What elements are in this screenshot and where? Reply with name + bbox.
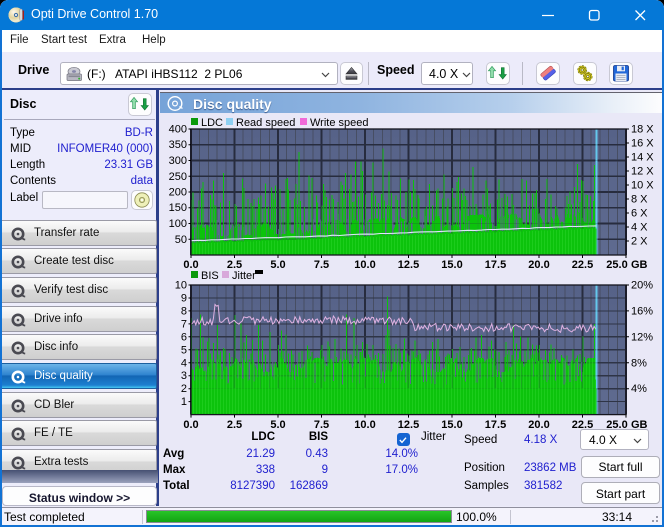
svg-text:12%: 12% <box>631 331 653 343</box>
svg-text:BIS: BIS <box>201 270 219 282</box>
svg-text:16%: 16% <box>631 305 653 317</box>
svg-text:12.5: 12.5 <box>398 259 419 271</box>
svg-text:7.5: 7.5 <box>314 419 329 431</box>
svg-text:50: 50 <box>175 234 187 246</box>
svg-text:6 X: 6 X <box>631 208 648 220</box>
svg-text:22.5: 22.5 <box>572 259 593 271</box>
svg-text:Write speed: Write speed <box>310 117 369 129</box>
svg-text:1: 1 <box>181 396 187 408</box>
svg-text:10.0: 10.0 <box>354 259 375 271</box>
svg-text:9: 9 <box>181 293 187 305</box>
svg-text:2.5: 2.5 <box>227 419 242 431</box>
svg-text:20%: 20% <box>631 280 653 292</box>
svg-text:4%: 4% <box>631 383 647 395</box>
svg-text:LDC: LDC <box>201 117 223 129</box>
svg-text:250: 250 <box>169 171 187 183</box>
svg-text:8: 8 <box>181 305 187 317</box>
svg-text:18 X: 18 X <box>631 124 654 136</box>
svg-text:6: 6 <box>181 331 187 343</box>
svg-text:10 X: 10 X <box>631 180 654 192</box>
svg-text:4 X: 4 X <box>631 222 648 234</box>
svg-text:16 X: 16 X <box>631 138 654 150</box>
svg-text:12.5: 12.5 <box>398 419 419 431</box>
svg-text:15.0: 15.0 <box>441 419 462 431</box>
svg-text:GB: GB <box>631 259 648 271</box>
svg-text:350: 350 <box>169 139 187 151</box>
svg-text:150: 150 <box>169 202 187 214</box>
svg-text:100: 100 <box>169 218 187 230</box>
svg-text:20.0: 20.0 <box>528 259 549 271</box>
svg-text:4: 4 <box>181 357 187 369</box>
svg-text:2: 2 <box>181 383 187 395</box>
svg-text:Read speed: Read speed <box>236 117 295 129</box>
svg-text:2 X: 2 X <box>631 236 648 248</box>
svg-text:12 X: 12 X <box>631 166 654 178</box>
svg-text:400: 400 <box>169 124 187 136</box>
svg-text:10: 10 <box>175 280 187 292</box>
svg-text:15.0: 15.0 <box>441 259 462 271</box>
svg-text:7: 7 <box>181 318 187 330</box>
svg-text:5.0: 5.0 <box>270 419 285 431</box>
svg-text:200: 200 <box>169 187 187 199</box>
svg-text:14 X: 14 X <box>631 152 654 164</box>
svg-text:8 X: 8 X <box>631 194 648 206</box>
svg-text:0.0: 0.0 <box>183 419 198 431</box>
svg-text:25.0: 25.0 <box>606 259 627 271</box>
svg-text:7.5: 7.5 <box>314 259 329 271</box>
svg-text:10.0: 10.0 <box>354 419 375 431</box>
svg-text:Jitter: Jitter <box>232 270 256 282</box>
svg-text:3: 3 <box>181 370 187 382</box>
svg-text:20.0: 20.0 <box>528 419 549 431</box>
svg-text:5: 5 <box>181 344 187 356</box>
svg-text:0.0: 0.0 <box>183 259 198 271</box>
svg-text:5.0: 5.0 <box>270 259 285 271</box>
svg-text:8%: 8% <box>631 357 647 369</box>
svg-text:300: 300 <box>169 155 187 167</box>
svg-text:17.5: 17.5 <box>485 419 506 431</box>
svg-text:17.5: 17.5 <box>485 259 506 271</box>
